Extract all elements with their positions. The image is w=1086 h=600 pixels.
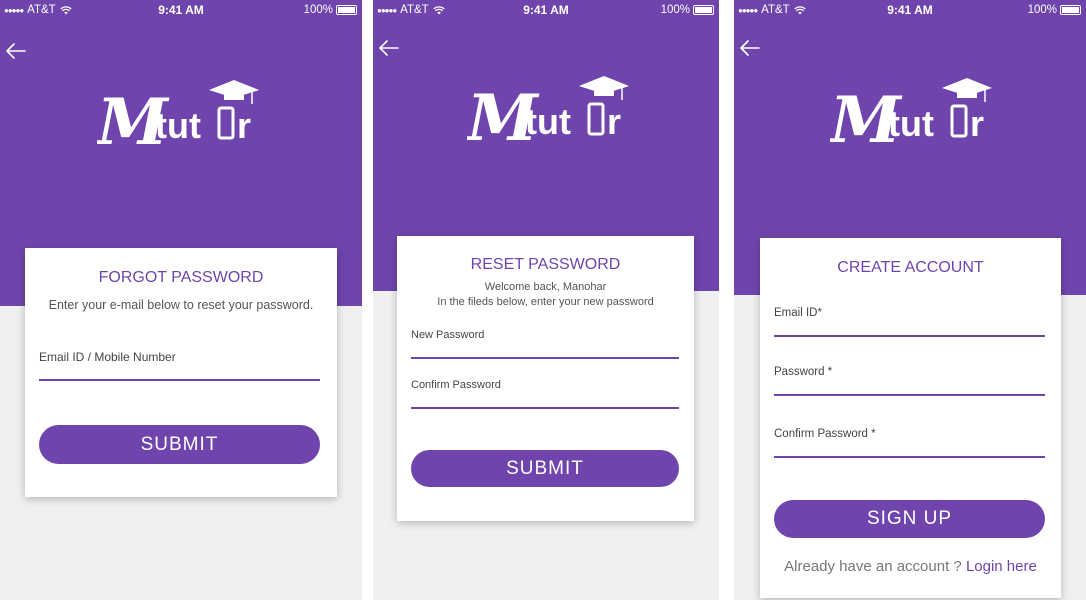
screen-forgot-password: ●●●●● AT&T 9:41 AM 100% M tut r FORGOT P… <box>0 0 362 600</box>
back-arrow-icon[interactable] <box>5 40 27 62</box>
email-mobile-underline <box>39 379 320 381</box>
card-subtitle: Enter your e-mail below to reset your pa… <box>48 298 314 312</box>
battery-percent: 100% <box>303 4 333 16</box>
svg-text:tut: tut <box>155 105 201 146</box>
confirm-password-underline <box>411 407 679 409</box>
battery-percent: 100% <box>1027 4 1057 16</box>
back-arrow-icon[interactable] <box>378 37 400 59</box>
confirm-password-input[interactable] <box>411 390 683 408</box>
card-title: CREATE ACCOUNT <box>837 259 984 276</box>
password-input[interactable] <box>774 377 1049 395</box>
reset-password-card: RESET PASSWORD Welcome back, Manohar In … <box>397 236 694 521</box>
new-password-input[interactable] <box>411 340 683 358</box>
card-title: FORGOT PASSWORD <box>98 269 264 286</box>
screen-create-account: ●●●●● AT&T 9:41 AM 100% M tut r CREATE A… <box>734 0 1086 600</box>
battery: 100% <box>304 4 357 16</box>
battery-icon <box>336 5 357 15</box>
mtutor-logo: M tut r <box>830 78 992 156</box>
mtutor-logo: M tut r <box>97 80 259 158</box>
svg-text:r: r <box>607 101 621 142</box>
battery: 100% <box>1028 4 1081 16</box>
status-bar: ●●●●● AT&T 9:41 AM 100% <box>734 0 1086 20</box>
mtutor-logo: M tut r <box>467 76 629 154</box>
svg-text:r: r <box>237 105 251 146</box>
card-title: RESET PASSWORD <box>470 256 621 273</box>
login-prompt: Already have an account ? Login here <box>760 558 1061 575</box>
svg-text:tut: tut <box>525 101 571 142</box>
status-bar: ●●●●● AT&T 9:41 AM 100% <box>373 0 719 20</box>
status-bar: ●●●●● AT&T 9:41 AM 100% <box>0 0 362 20</box>
battery: 100% <box>661 4 714 16</box>
new-password-underline <box>411 357 679 359</box>
battery-icon <box>693 5 714 15</box>
login-prompt-text: Already have an account ? <box>784 558 962 575</box>
screen-reset-password: ●●●●● AT&T 9:41 AM 100% M tut r RESET PA… <box>373 0 719 600</box>
login-here-link[interactable]: Login here <box>966 558 1037 575</box>
create-account-card: CREATE ACCOUNT Email ID* Password * Conf… <box>760 238 1061 598</box>
confirm-password-input[interactable] <box>774 439 1049 457</box>
svg-text:r: r <box>970 103 984 144</box>
forgot-password-card: FORGOT PASSWORD Enter your e-mail below … <box>25 248 337 497</box>
battery-percent: 100% <box>660 4 690 16</box>
welcome-text: Welcome back, Manohar <box>484 281 607 293</box>
svg-text:tut: tut <box>888 103 934 144</box>
instruction-text: In the fileds below, enter your new pass… <box>437 296 654 308</box>
email-mobile-input[interactable] <box>39 360 324 380</box>
email-input[interactable] <box>774 318 1049 336</box>
sign-up-button[interactable]: SIGN UP <box>774 500 1045 538</box>
back-arrow-icon[interactable] <box>739 37 761 59</box>
submit-button[interactable]: SUBMIT <box>39 425 320 464</box>
submit-button[interactable]: SUBMIT <box>411 450 679 487</box>
password-underline <box>774 394 1045 396</box>
battery-icon <box>1060 5 1081 15</box>
confirm-password-underline <box>774 456 1045 458</box>
email-underline <box>774 335 1045 337</box>
